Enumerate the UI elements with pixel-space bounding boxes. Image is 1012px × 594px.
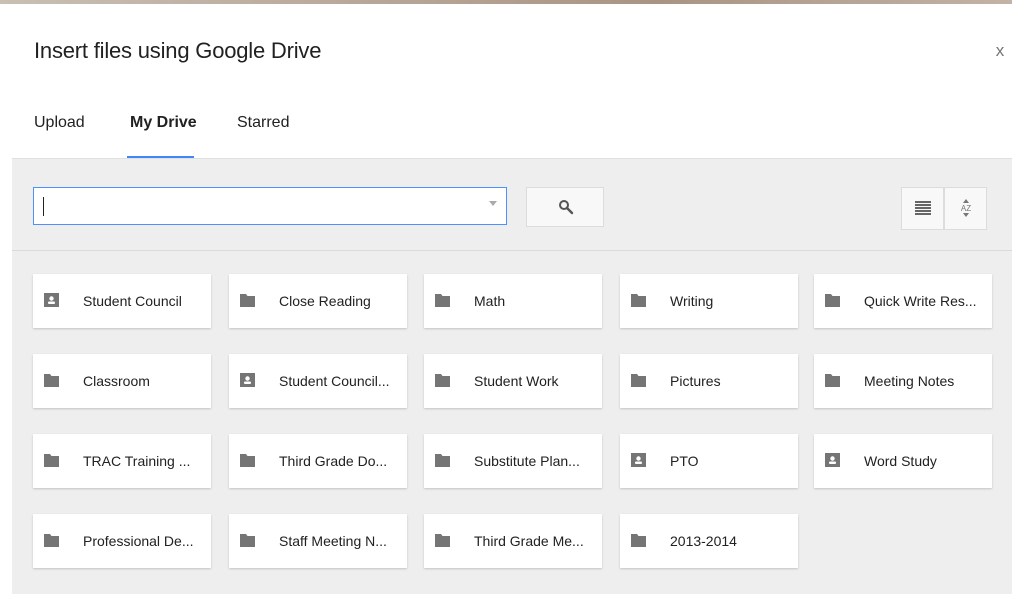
folder-icon [631, 294, 646, 307]
shared-folder-icon [44, 293, 59, 307]
list-view-button[interactable] [901, 187, 944, 230]
folder-label: Classroom [83, 373, 150, 389]
search-toolbar: AZ [12, 159, 1012, 251]
folder-tile-close-reading[interactable]: Close Reading [229, 274, 407, 328]
folder-icon [240, 454, 255, 467]
folder-icon [435, 374, 450, 387]
tab-upload[interactable]: Upload [34, 112, 85, 152]
folder-tile-classroom[interactable]: Classroom [33, 354, 211, 408]
folder-tile-professional-de[interactable]: Professional De... [33, 514, 211, 568]
folder-tile-substitute-plan[interactable]: Substitute Plan... [424, 434, 602, 488]
folder-label: Professional De... [83, 533, 194, 549]
folder-icon [44, 534, 59, 547]
folder-tile-2013-2014[interactable]: 2013-2014 [620, 514, 798, 568]
folder-icon [44, 374, 59, 387]
shared-folder-icon [631, 453, 646, 467]
folder-label: TRAC Training ... [83, 453, 191, 469]
folder-icon [631, 534, 646, 547]
tab-starred[interactable]: Starred [237, 112, 289, 152]
folder-label: PTO [670, 453, 699, 469]
folder-tile-meeting-notes[interactable]: Meeting Notes [814, 354, 992, 408]
folder-label: Substitute Plan... [474, 453, 580, 469]
folder-label: Quick Write Res... [864, 293, 977, 309]
folder-tile-quick-write[interactable]: Quick Write Res... [814, 274, 992, 328]
folder-label: Student Work [474, 373, 559, 389]
folder-icon [240, 294, 255, 307]
folder-icon [44, 454, 59, 467]
dialog-title: Insert files using Google Drive [34, 38, 322, 63]
file-browser-panel: AZ Student Council Close Reading Math Wr… [12, 158, 1012, 594]
folder-label: Pictures [670, 373, 721, 389]
folder-icon [435, 294, 450, 307]
folder-label: Student Council [83, 293, 182, 309]
folder-tile-student-council[interactable]: Student Council [33, 274, 211, 328]
folder-label: Student Council... [279, 373, 390, 389]
folder-tile-writing[interactable]: Writing [620, 274, 798, 328]
folder-label: Close Reading [279, 293, 371, 309]
folder-icon [240, 534, 255, 547]
folder-tile-trac-training[interactable]: TRAC Training ... [33, 434, 211, 488]
folder-label: Math [474, 293, 506, 309]
sort-az-icon: AZ [961, 199, 971, 217]
folder-label: Third Grade Do... [279, 453, 388, 469]
folder-icon [435, 454, 450, 467]
sort-label: AZ [961, 204, 971, 213]
folder-tile-math[interactable]: Math [424, 274, 602, 328]
folder-label: Meeting Notes [864, 373, 955, 389]
tab-my-drive[interactable]: My Drive [130, 112, 197, 152]
dialog-header: Insert files using Google Drive x Upload… [0, 4, 1012, 158]
folder-tile-student-council-2[interactable]: Student Council... [229, 354, 407, 408]
folder-tile-pto[interactable]: PTO [620, 434, 798, 488]
shared-folder-icon [825, 453, 840, 467]
search-input[interactable] [33, 187, 507, 225]
shared-folder-icon [240, 373, 255, 387]
folder-label: Staff Meeting N... [279, 533, 387, 549]
folder-label: Writing [670, 293, 714, 309]
search-button[interactable] [526, 187, 604, 227]
folder-tile-staff-meeting[interactable]: Staff Meeting N... [229, 514, 407, 568]
folder-tile-word-study[interactable]: Word Study [814, 434, 992, 488]
text-caret [43, 197, 44, 216]
folder-icon [631, 374, 646, 387]
search-options-dropdown-icon[interactable] [489, 201, 497, 206]
close-button[interactable]: x [990, 40, 1010, 62]
folder-tile-third-grade-do[interactable]: Third Grade Do... [229, 434, 407, 488]
folder-tile-student-work[interactable]: Student Work [424, 354, 602, 408]
folder-tile-third-grade-me[interactable]: Third Grade Me... [424, 514, 602, 568]
sort-button[interactable]: AZ [944, 187, 987, 230]
folder-label: 2013-2014 [670, 533, 737, 549]
tab-bar: Upload My Drive Starred [0, 104, 1012, 160]
search-icon [559, 200, 574, 215]
folder-icon [825, 374, 840, 387]
folder-icon [825, 294, 840, 307]
folder-tile-pictures[interactable]: Pictures [620, 354, 798, 408]
folder-label: Third Grade Me... [474, 533, 584, 549]
folder-label: Word Study [864, 453, 937, 469]
list-view-icon [915, 201, 931, 215]
folder-icon [435, 534, 450, 547]
